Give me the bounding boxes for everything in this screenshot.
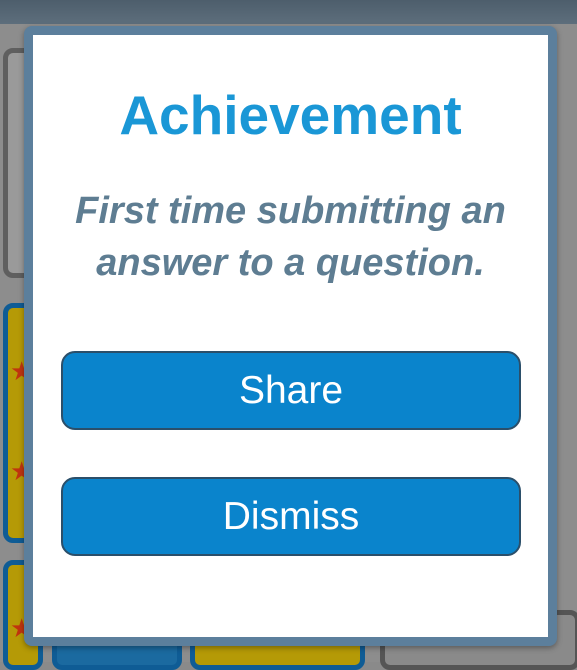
background-top-bar (0, 0, 577, 24)
share-button[interactable]: Share (61, 351, 521, 430)
dialog-message: First time submitting an answer to a que… (75, 190, 506, 284)
dismiss-button[interactable]: Dismiss (61, 477, 521, 556)
dialog-title: Achievement (119, 84, 462, 146)
achievement-dialog: Achievement First time submitting an ans… (24, 26, 557, 646)
